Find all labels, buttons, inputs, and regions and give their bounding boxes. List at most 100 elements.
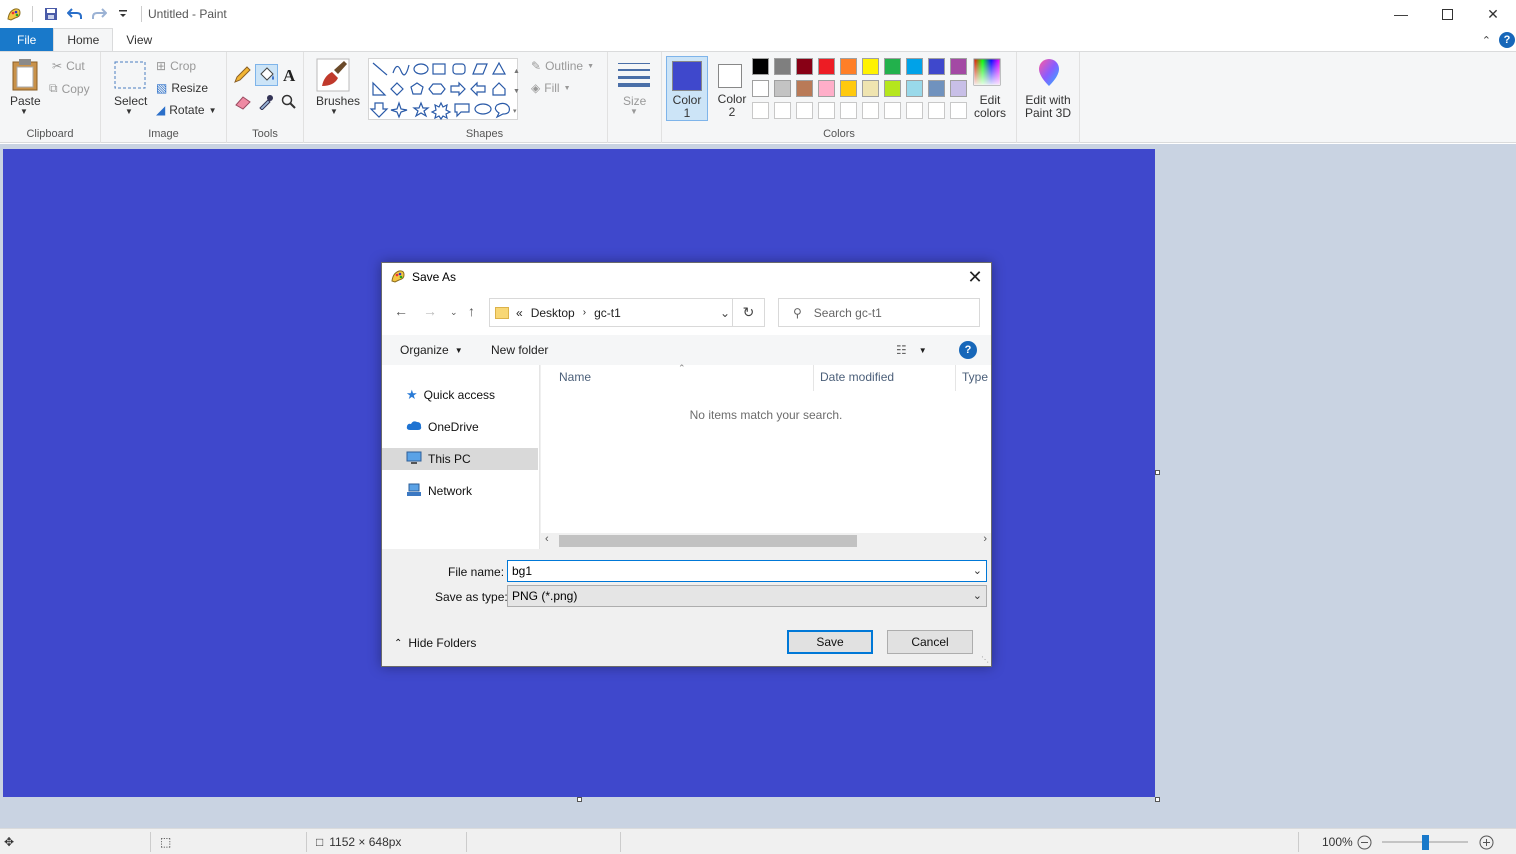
resize-grip-icon[interactable]: ⋱ — [981, 655, 989, 664]
fill-bucket-icon[interactable] — [255, 64, 278, 86]
select-rectangle-icon[interactable] — [114, 61, 146, 92]
size-dropdown-icon[interactable]: ▼ — [630, 107, 638, 116]
palette-color-swatch[interactable] — [928, 58, 945, 75]
breadcrumb-desktop[interactable]: Desktop — [531, 306, 575, 320]
palette-color-swatch[interactable] — [906, 58, 923, 75]
palette-color-swatch[interactable] — [796, 58, 813, 75]
save-icon[interactable] — [41, 4, 61, 24]
shapes-scroll-icon[interactable]: ▲ ▼ ▾ — [513, 62, 520, 122]
collapse-ribbon-icon[interactable]: ⌃ — [1482, 34, 1491, 47]
size-button[interactable]: Size — [623, 94, 646, 108]
breadcrumb-chevron-icon[interactable]: › — [583, 307, 586, 318]
palette-custom-swatch[interactable] — [774, 102, 791, 119]
paste-dropdown-icon[interactable]: ▼ — [20, 107, 28, 116]
resize-handle-bottom[interactable] — [577, 797, 582, 802]
paint-app-icon[interactable] — [4, 4, 24, 24]
column-divider[interactable] — [955, 365, 956, 391]
palette-color-swatch[interactable] — [818, 58, 835, 75]
palette-custom-swatch[interactable] — [950, 102, 967, 119]
nav-this-pc[interactable]: This PC — [382, 448, 538, 470]
up-icon[interactable]: ↑ — [468, 303, 475, 319]
paint3d-icon[interactable] — [1037, 58, 1061, 91]
rotate-button[interactable]: ◢ Rotate ▼ — [156, 103, 217, 117]
palette-color-swatch[interactable] — [818, 80, 835, 97]
help-button[interactable]: ? — [959, 341, 977, 359]
cancel-button[interactable]: Cancel — [887, 630, 973, 654]
zoom-in-icon[interactable] — [1479, 829, 1494, 854]
tab-home[interactable]: Home — [53, 28, 114, 51]
palette-custom-swatch[interactable] — [906, 102, 923, 119]
scrollbar-thumb[interactable] — [559, 535, 857, 547]
resize-handle-right[interactable] — [1155, 470, 1160, 475]
paste-button[interactable]: Paste — [10, 94, 41, 108]
minimize-icon[interactable]: — — [1378, 0, 1424, 28]
column-divider[interactable] — [813, 365, 814, 391]
palette-custom-swatch[interactable] — [840, 102, 857, 119]
palette-custom-swatch[interactable] — [796, 102, 813, 119]
recent-locations-icon[interactable]: ⌄ — [450, 307, 458, 318]
palette-custom-swatch[interactable] — [884, 102, 901, 119]
palette-color-swatch[interactable] — [862, 58, 879, 75]
palette-color-swatch[interactable] — [840, 80, 857, 97]
column-name[interactable]: Name — [559, 370, 591, 384]
zoom-out-icon[interactable] — [1357, 829, 1372, 854]
new-folder-button[interactable]: New folder — [491, 343, 548, 357]
pencil-icon[interactable] — [233, 66, 251, 87]
paste-icon[interactable] — [12, 58, 38, 95]
palette-color-swatch[interactable] — [796, 80, 813, 97]
crop-button[interactable]: ⊞ Crop — [156, 59, 196, 73]
nav-network[interactable]: Network — [382, 480, 538, 502]
color-picker-icon[interactable] — [258, 94, 274, 113]
address-bar[interactable]: « Desktop › gc-t1 ⌄ ↻ — [489, 298, 765, 327]
forward-icon[interactable]: → — [423, 303, 437, 319]
address-dropdown-icon[interactable]: ⌄ — [720, 306, 730, 320]
text-tool-icon[interactable]: A — [283, 66, 295, 86]
file-name-input[interactable]: bg1 ⌄ — [507, 560, 987, 582]
palette-color-swatch[interactable] — [884, 58, 901, 75]
color1-button[interactable]: Color 1 — [666, 56, 708, 121]
palette-color-swatch[interactable] — [928, 80, 945, 97]
search-box[interactable]: ⚲ Search gc-t1 — [778, 298, 980, 327]
organize-button[interactable]: Organize ▼ — [400, 343, 463, 357]
palette-color-swatch[interactable] — [884, 80, 901, 97]
palette-custom-swatch[interactable] — [928, 102, 945, 119]
brushes-dropdown-icon[interactable]: ▼ — [330, 107, 338, 116]
palette-color-swatch[interactable] — [906, 80, 923, 97]
close-icon[interactable]: ✕ — [959, 263, 991, 291]
save-as-type-select[interactable]: PNG (*.png) ⌄ — [507, 585, 987, 607]
back-icon[interactable]: ← — [394, 303, 408, 319]
zoom-slider[interactable] — [1382, 829, 1468, 854]
palette-color-swatch[interactable] — [840, 58, 857, 75]
palette-color-swatch[interactable] — [950, 58, 967, 75]
customize-toolbar-icon[interactable] — [113, 4, 133, 24]
color2-button[interactable]: Color 2 — [712, 56, 752, 121]
undo-icon[interactable] — [65, 4, 85, 24]
palette-color-swatch[interactable] — [774, 58, 791, 75]
palette-color-swatch[interactable] — [774, 80, 791, 97]
outline-button[interactable]: ✎ Outline ▼ — [531, 59, 594, 73]
palette-color-swatch[interactable] — [752, 58, 769, 75]
redo-icon[interactable] — [89, 4, 109, 24]
brushes-button[interactable]: Brushes — [316, 94, 360, 108]
file-name-dropdown-icon[interactable]: ⌄ — [973, 564, 982, 577]
edit-with-paint3d-button[interactable]: Edit with Paint 3D — [1025, 94, 1071, 120]
palette-color-swatch[interactable] — [752, 80, 769, 97]
close-icon[interactable]: ✕ — [1470, 0, 1516, 28]
palette-color-swatch[interactable] — [862, 80, 879, 97]
nav-onedrive[interactable]: OneDrive — [382, 416, 538, 438]
resize-handle-corner[interactable] — [1155, 797, 1160, 802]
eraser-icon[interactable] — [234, 94, 252, 113]
select-button[interactable]: Select — [114, 94, 147, 108]
tab-view[interactable]: View — [113, 28, 165, 51]
copy-button[interactable]: ⧉ Copy — [49, 81, 90, 96]
nav-quick-access[interactable]: ★ Quick access — [382, 384, 538, 406]
line-size-icon[interactable] — [618, 61, 650, 92]
select-dropdown-icon[interactable]: ▼ — [125, 107, 133, 116]
hide-folders-button[interactable]: ⌃ Hide Folders — [394, 636, 476, 650]
palette-custom-swatch[interactable] — [752, 102, 769, 119]
palette-color-swatch[interactable] — [950, 80, 967, 97]
magnifier-icon[interactable] — [281, 94, 297, 113]
palette-custom-swatch[interactable] — [862, 102, 879, 119]
resize-button[interactable]: ▧ Resize — [156, 81, 208, 95]
brush-icon[interactable] — [316, 58, 350, 95]
